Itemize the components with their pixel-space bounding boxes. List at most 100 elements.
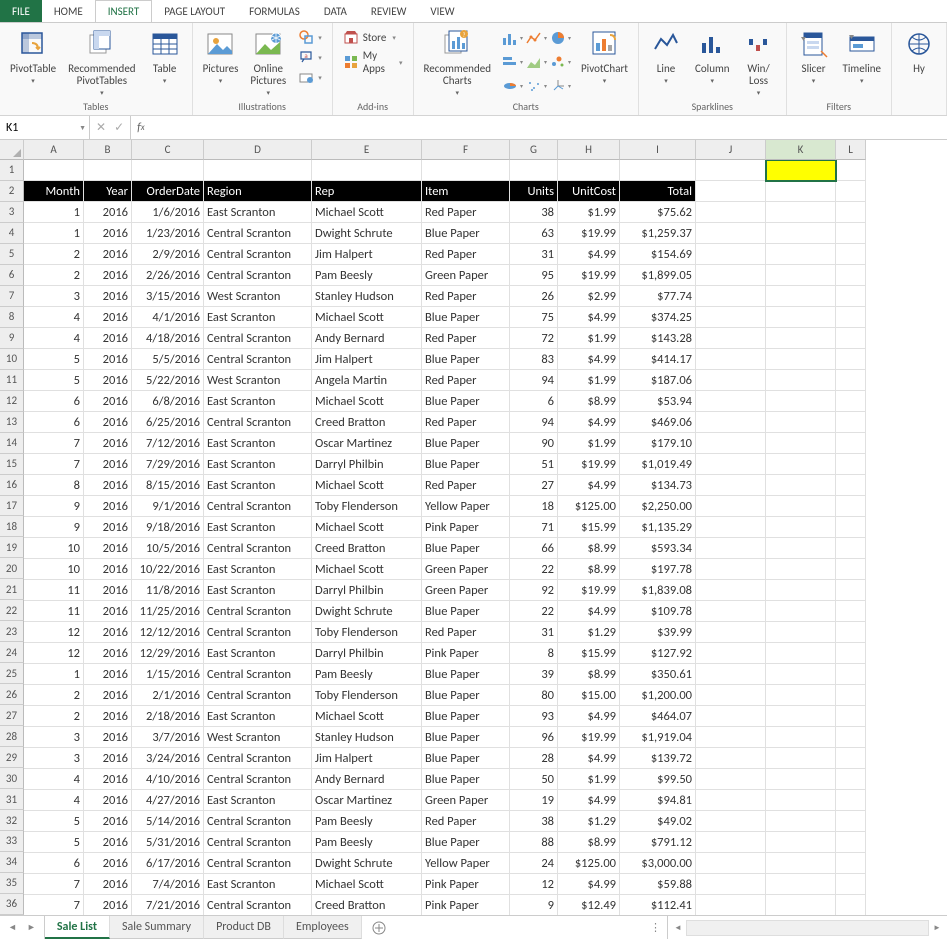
- sheet-tab-product-db[interactable]: Product DB: [204, 916, 284, 939]
- cell-G34[interactable]: 24: [510, 853, 558, 874]
- cell-F13[interactable]: Red Paper: [422, 412, 510, 433]
- cell-J1[interactable]: [696, 160, 766, 181]
- cell-F7[interactable]: Red Paper: [422, 286, 510, 307]
- cell-E24[interactable]: Darryl Philbin: [312, 643, 422, 664]
- cell-G9[interactable]: 72: [510, 328, 558, 349]
- cell-I29[interactable]: $139.72: [620, 748, 696, 769]
- row-header-2[interactable]: 2: [0, 181, 24, 202]
- tab-file[interactable]: FILE: [0, 0, 42, 22]
- cell-J24[interactable]: [696, 643, 766, 664]
- myapps-button[interactable]: My Apps▾: [341, 47, 405, 77]
- cell-E6[interactable]: Pam Beesly: [312, 265, 422, 286]
- cell-B9[interactable]: 2016: [84, 328, 132, 349]
- cell-A3[interactable]: 1: [24, 202, 84, 223]
- cell-L32[interactable]: [836, 811, 866, 832]
- cell-H32[interactable]: $1.29: [558, 811, 620, 832]
- cell-B11[interactable]: 2016: [84, 370, 132, 391]
- row-header-13[interactable]: 13: [0, 412, 24, 433]
- sheet-nav[interactable]: ◄ ►: [0, 916, 45, 939]
- cell-A17[interactable]: 9: [24, 496, 84, 517]
- cell-E13[interactable]: Creed Bratton: [312, 412, 422, 433]
- name-box-input[interactable]: [6, 121, 83, 135]
- chart-type-5[interactable]: ▾: [549, 51, 571, 73]
- cell-F31[interactable]: Green Paper: [422, 790, 510, 811]
- cell-F22[interactable]: Blue Paper: [422, 601, 510, 622]
- tab-formulas[interactable]: FORMULAS: [237, 0, 312, 22]
- chart-type-7[interactable]: ▾: [525, 75, 547, 97]
- cell-E12[interactable]: Michael Scott: [312, 391, 422, 412]
- cell-L13[interactable]: [836, 412, 866, 433]
- cell-G29[interactable]: 28: [510, 748, 558, 769]
- row-header-27[interactable]: 27: [0, 705, 24, 726]
- row-header-31[interactable]: 31: [0, 789, 24, 810]
- cell-L11[interactable]: [836, 370, 866, 391]
- cell-G32[interactable]: 38: [510, 811, 558, 832]
- horizontal-scrollbar[interactable]: ◄ ►: [667, 916, 947, 939]
- cell-C4[interactable]: 1/23/2016: [132, 223, 204, 244]
- cell-H1[interactable]: [558, 160, 620, 181]
- cell-E19[interactable]: Creed Bratton: [312, 538, 422, 559]
- cell-C9[interactable]: 4/18/2016: [132, 328, 204, 349]
- cell-I20[interactable]: $197.78: [620, 559, 696, 580]
- col-header-E[interactable]: E: [312, 140, 422, 160]
- cell-A10[interactable]: 5: [24, 349, 84, 370]
- cell-I30[interactable]: $99.50: [620, 769, 696, 790]
- cell-A16[interactable]: 8: [24, 475, 84, 496]
- cell-B28[interactable]: 2016: [84, 727, 132, 748]
- cell-G13[interactable]: 94: [510, 412, 558, 433]
- cell-D15[interactable]: East Scranton: [204, 454, 312, 475]
- cell-H11[interactable]: $1.99: [558, 370, 620, 391]
- cell-A27[interactable]: 2: [24, 706, 84, 727]
- cell-I3[interactable]: $75.62: [620, 202, 696, 223]
- cell-C33[interactable]: 5/31/2016: [132, 832, 204, 853]
- cell-A6[interactable]: 2: [24, 265, 84, 286]
- scroll-track[interactable]: [686, 920, 929, 936]
- cell-D17[interactable]: Central Scranton: [204, 496, 312, 517]
- cell-A20[interactable]: 10: [24, 559, 84, 580]
- cell-K34[interactable]: [766, 853, 836, 874]
- cell-L30[interactable]: [836, 769, 866, 790]
- cell-L23[interactable]: [836, 622, 866, 643]
- cell-A36[interactable]: 7: [24, 895, 84, 915]
- tab-home[interactable]: HOME: [42, 0, 95, 22]
- cell-H2[interactable]: UnitCost: [558, 181, 620, 202]
- row-header-23[interactable]: 23: [0, 621, 24, 642]
- cell-J4[interactable]: [696, 223, 766, 244]
- cell-D20[interactable]: East Scranton: [204, 559, 312, 580]
- cell-F30[interactable]: Blue Paper: [422, 769, 510, 790]
- cell-C26[interactable]: 2/1/2016: [132, 685, 204, 706]
- cell-D8[interactable]: East Scranton: [204, 307, 312, 328]
- cell-G2[interactable]: Units: [510, 181, 558, 202]
- cell-E17[interactable]: Toby Flenderson: [312, 496, 422, 517]
- chart-type-0[interactable]: ▾: [501, 27, 523, 49]
- cell-J2[interactable]: [696, 181, 766, 202]
- cell-I36[interactable]: $112.41: [620, 895, 696, 915]
- row-header-19[interactable]: 19: [0, 537, 24, 558]
- cell-I23[interactable]: $39.99: [620, 622, 696, 643]
- cell-F3[interactable]: Red Paper: [422, 202, 510, 223]
- column-button[interactable]: Column▾: [689, 25, 736, 87]
- cell-A21[interactable]: 11: [24, 580, 84, 601]
- cell-J32[interactable]: [696, 811, 766, 832]
- cell-H10[interactable]: $4.99: [558, 349, 620, 370]
- cell-I12[interactable]: $53.94: [620, 391, 696, 412]
- cell-L26[interactable]: [836, 685, 866, 706]
- row-header-14[interactable]: 14: [0, 433, 24, 454]
- cell-G28[interactable]: 96: [510, 727, 558, 748]
- cell-C19[interactable]: 10/5/2016: [132, 538, 204, 559]
- cell-D25[interactable]: Central Scranton: [204, 664, 312, 685]
- cell-G10[interactable]: 83: [510, 349, 558, 370]
- cell-G17[interactable]: 18: [510, 496, 558, 517]
- col-header-J[interactable]: J: [696, 140, 766, 160]
- timeline-button[interactable]: Timeline▾: [837, 25, 887, 87]
- cell-K1[interactable]: [766, 160, 836, 181]
- cell-F33[interactable]: Blue Paper: [422, 832, 510, 853]
- cell-A5[interactable]: 2: [24, 244, 84, 265]
- cell-D33[interactable]: Central Scranton: [204, 832, 312, 853]
- cell-A1[interactable]: [24, 160, 84, 181]
- cell-F16[interactable]: Red Paper: [422, 475, 510, 496]
- row-header-5[interactable]: 5: [0, 244, 24, 265]
- cell-E35[interactable]: Michael Scott: [312, 874, 422, 895]
- cell-F26[interactable]: Blue Paper: [422, 685, 510, 706]
- cell-L36[interactable]: [836, 895, 866, 915]
